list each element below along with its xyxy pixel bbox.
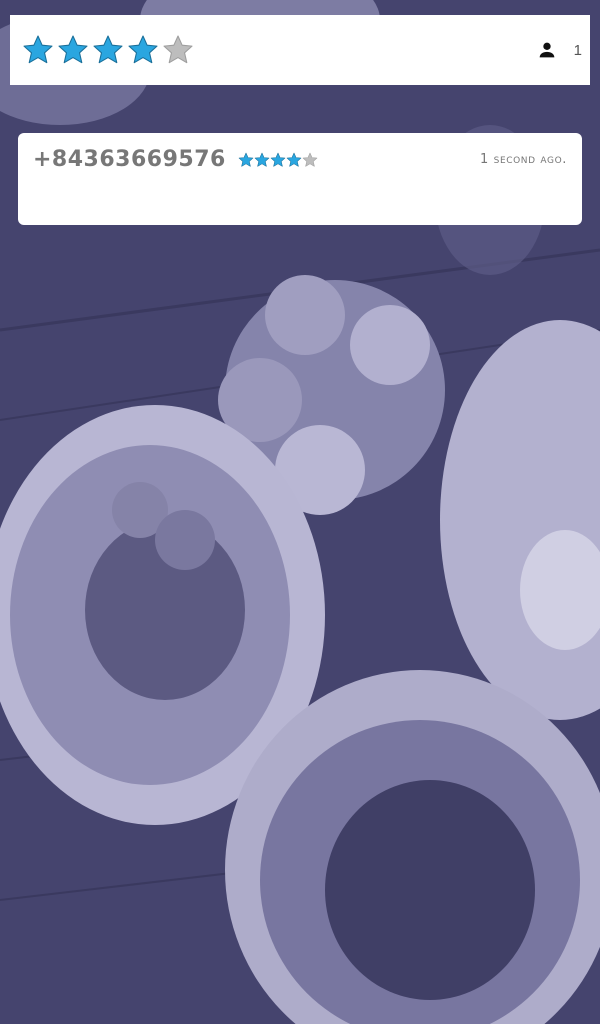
review-star-empty-5-icon — [302, 152, 318, 168]
review-star-filled-3-icon — [270, 152, 286, 168]
star-filled-2-icon[interactable] — [57, 34, 89, 66]
review-star-filled-4-icon — [286, 152, 302, 168]
review-star-rating — [238, 152, 318, 168]
star-filled-1-icon[interactable] — [22, 34, 54, 66]
star-filled-4-icon[interactable] — [127, 34, 159, 66]
review-timestamp: 1 second ago. — [480, 152, 567, 167]
star-empty-5-icon[interactable] — [162, 34, 194, 66]
star-filled-3-icon[interactable] — [92, 34, 124, 66]
user-count[interactable]: 1 — [536, 39, 582, 61]
user-count-value: 1 — [573, 41, 582, 59]
star-rating[interactable] — [22, 34, 194, 66]
review-star-filled-2-icon — [254, 152, 270, 168]
reviewer-phone: +84363669576 — [33, 147, 226, 172]
review-header: +84363669576 1 second ago. — [33, 147, 567, 172]
rating-bar: 1 — [10, 15, 590, 85]
review-card[interactable]: +84363669576 1 second ago. — [18, 133, 582, 225]
person-icon — [536, 39, 558, 61]
review-star-filled-1-icon — [238, 152, 254, 168]
